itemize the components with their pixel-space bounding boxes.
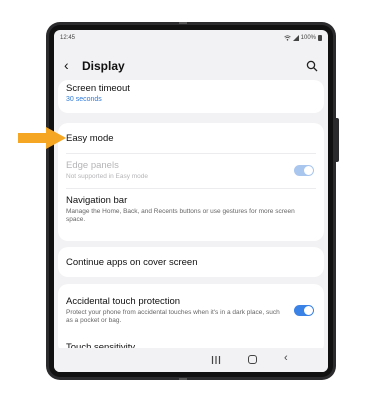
accidental-touch-title: Accidental touch protection <box>66 296 181 307</box>
signal-icon <box>292 35 299 41</box>
page-title: Display <box>82 59 125 73</box>
navigation-bar-subtitle: Manage the Home, Back, and Recents butto… <box>66 208 295 223</box>
touch-options-card: Accidental touch protection Protect your… <box>58 284 324 354</box>
screen-timeout-value: 30 seconds <box>66 96 102 103</box>
screen-timeout-card[interactable]: Screen timeout 30 seconds <box>58 80 324 113</box>
edge-panels-subtitle: Not supported in Easy mode <box>66 173 149 180</box>
edge-panels-title: Edge panels <box>66 160 119 171</box>
screen-timeout-title: Screen timeout <box>66 83 130 94</box>
pointer-arrow-icon <box>18 127 66 149</box>
settings-screen: 12:45 100% ‹ Display Screen timeout 30 s… <box>54 30 328 372</box>
back-icon[interactable]: ‹ <box>284 352 288 364</box>
battery-icon <box>318 35 322 41</box>
battery-percent: 100% <box>300 35 316 41</box>
status-time: 12:45 <box>60 35 76 41</box>
edge-panels-toggle <box>294 165 314 176</box>
accidental-touch-toggle[interactable] <box>294 305 314 316</box>
accidental-touch-subtitle: Protect your phone from accidental touch… <box>66 309 280 324</box>
recents-icon[interactable] <box>211 356 221 364</box>
navigation-bar-title: Navigation bar <box>66 195 128 206</box>
chevron-left-icon[interactable]: ‹ <box>64 58 69 72</box>
hinge <box>179 378 187 380</box>
continue-apps-card[interactable]: Continue apps on cover screen <box>58 247 324 277</box>
easy-mode-title: Easy mode <box>66 133 114 144</box>
hinge <box>179 22 187 24</box>
app-header: ‹ Display <box>54 56 328 78</box>
wifi-icon <box>283 35 291 41</box>
status-icons: 100% <box>283 35 322 41</box>
continue-apps-title: Continue apps on cover screen <box>66 257 198 268</box>
easy-mode-item[interactable]: Easy mode <box>58 123 324 153</box>
side-button <box>336 118 339 162</box>
navigation-bar-item[interactable]: Navigation bar Manage the Home, Back, an… <box>58 189 324 239</box>
home-icon[interactable] <box>248 355 257 364</box>
navigation-bar: ‹ <box>54 348 328 372</box>
display-options-card: Easy mode Edge panels Not supported in E… <box>58 123 324 241</box>
search-icon[interactable] <box>306 60 318 72</box>
status-bar: 12:45 100% <box>54 30 328 46</box>
edge-panels-item: Edge panels Not supported in Easy mode <box>58 154 324 186</box>
